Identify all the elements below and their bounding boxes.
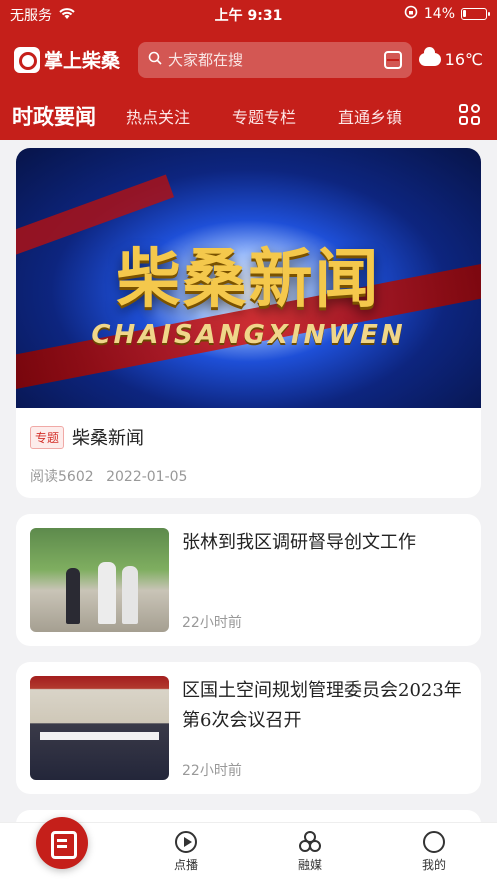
tab-special-columns[interactable]: 专题专栏 [232,104,296,128]
channel-grid-icon[interactable] [459,104,481,126]
featured-card[interactable]: 柴桑新闻 CHAISANGXINWEN 专题 柴桑新闻 阅读5602 2022-… [16,148,481,498]
weather-temp: 16℃ [444,50,483,69]
nav-label: 我的 [421,858,446,872]
news-time: 22小时前 [182,763,242,779]
logo-icon [14,46,40,73]
battery-percent: 14% [423,6,455,22]
app-header: 掌上柴桑 16℃ [0,28,497,92]
search-input[interactable] [168,51,384,69]
read-count: 阅读5602 [30,469,94,485]
nav-label: 融媒 [297,858,322,872]
profile-icon [423,831,445,853]
scan-icon[interactable] [384,51,402,69]
list-item[interactable] [16,810,481,822]
tab-politics-news[interactable]: 时政要闻 [12,101,96,131]
featured-banner: 柴桑新闻 CHAISANGXINWEN [16,148,481,408]
nav-label: 点播 [173,858,198,872]
cloud-icon [418,47,441,66]
weather-widget[interactable]: 16℃ [418,47,483,69]
banner-subtitle: CHAISANGXINWEN [91,320,406,350]
play-icon [175,831,197,853]
orientation-lock-icon [404,5,418,23]
search-bar[interactable] [138,42,412,78]
list-item[interactable]: 张林到我区调研督导创文工作 22小时前 [16,514,481,646]
news-title: 区国土空间规划管理委员会2023年第6次会议召开 [182,680,462,731]
status-bar: 无服务 上午 9:31 14% [0,0,497,28]
search-icon [148,51,162,69]
publish-date: 2022-01-05 [106,469,188,485]
list-item[interactable]: 区国土空间规划管理委员会2023年第6次会议召开 22小时前 [16,662,481,794]
tab-towns[interactable]: 直通乡镇 [338,104,402,128]
app-logo[interactable]: 掌上柴桑 [14,46,120,73]
news-time: 22小时前 [182,615,242,631]
battery-level [463,10,466,17]
app-name: 掌上柴桑 [44,50,121,72]
news-title: 张林到我区调研督导创文工作 [182,532,416,553]
featured-title: 柴桑新闻 [72,428,145,449]
category-tabs: 时政要闻 热点关注 专题专栏 直通乡镇 [0,92,497,140]
news-thumbnail [30,528,169,632]
news-icon[interactable] [36,817,88,869]
nav-profile[interactable]: 我的 [394,831,474,873]
battery-icon [461,8,490,20]
topic-tag: 专题 [30,425,65,449]
media-icon [299,831,321,853]
news-thumbnail [30,676,169,780]
bottom-nav: 点播 融媒 我的 [0,817,497,883]
banner-title: 柴桑新闻 [116,242,381,317]
news-feed: 柴桑新闻 CHAISANGXINWEN 专题 柴桑新闻 阅读5602 2022-… [0,140,497,822]
nav-vod[interactable]: 点播 [146,831,226,873]
tab-hot-topics[interactable]: 热点关注 [126,104,190,128]
nav-media[interactable]: 融媒 [270,831,350,873]
